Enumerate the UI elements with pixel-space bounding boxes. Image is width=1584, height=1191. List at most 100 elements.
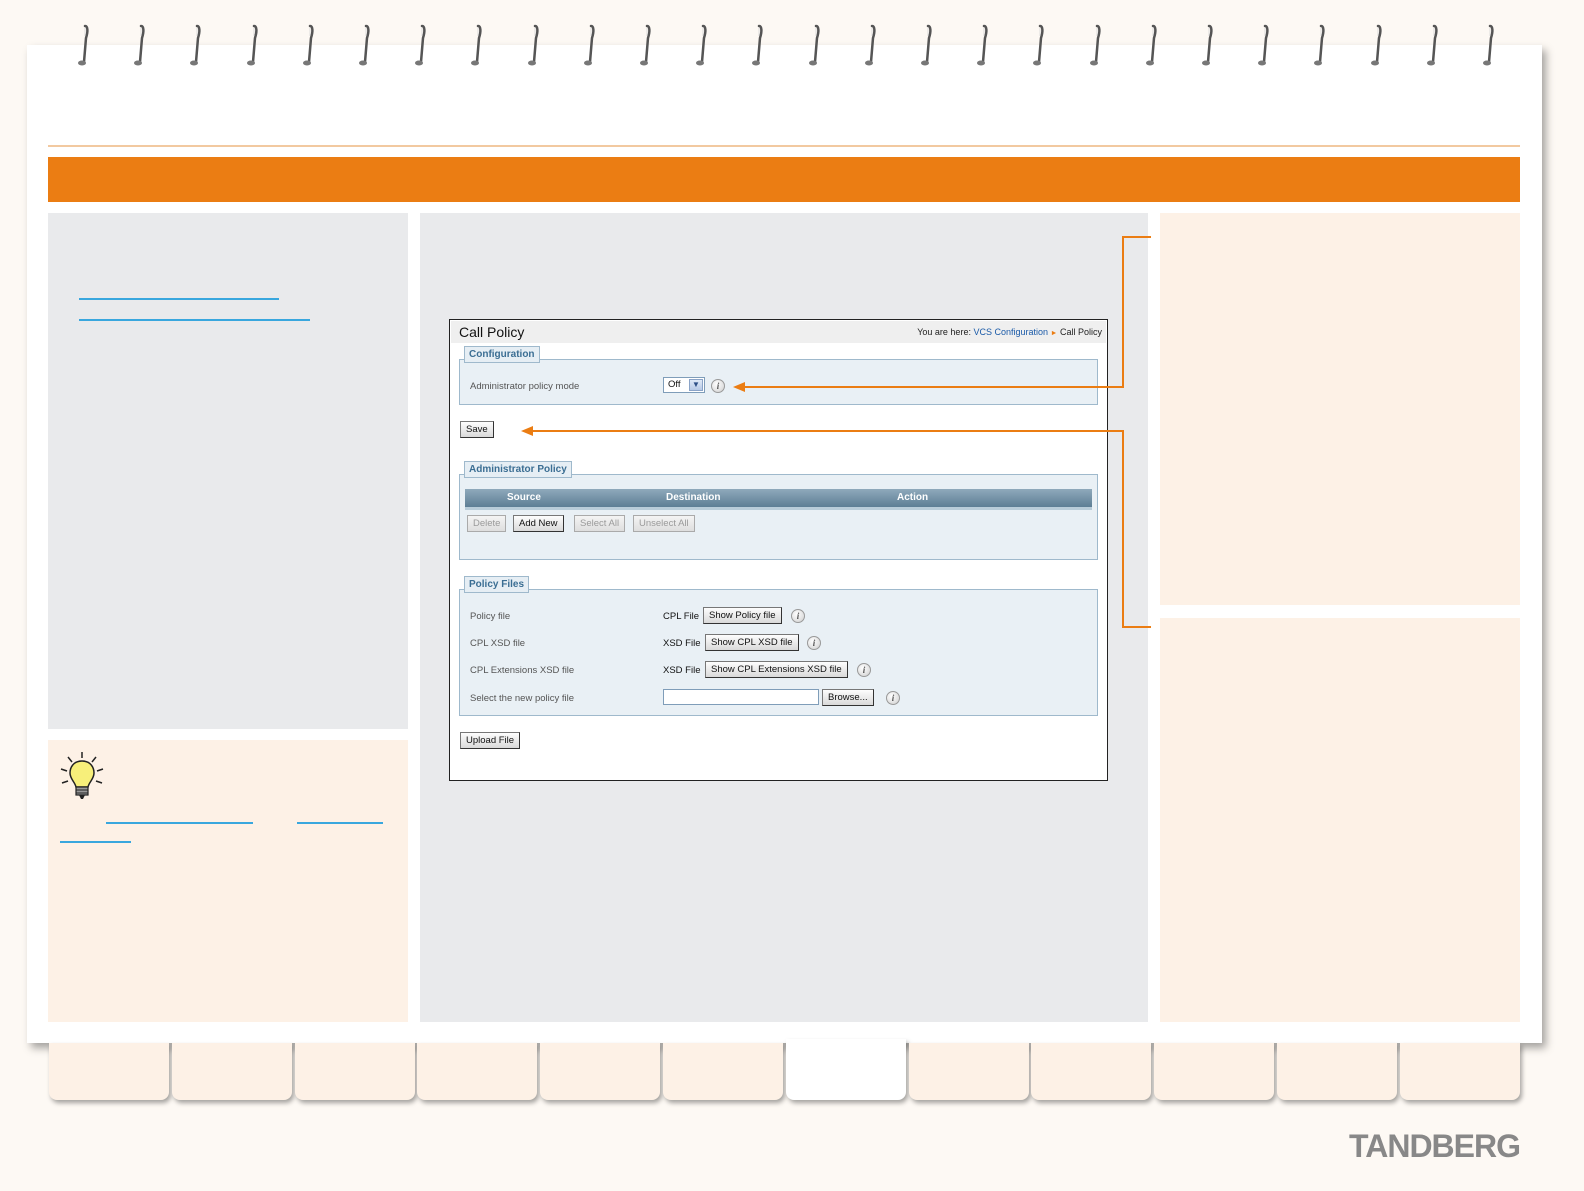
policy-mode-select[interactable]: Off ▼: [663, 377, 705, 393]
section-tab[interactable]: [540, 1043, 661, 1100]
binding-ring: [750, 24, 764, 68]
binding-ring: [469, 24, 483, 68]
binding-ring: [76, 24, 90, 68]
cpl-xsd-type: XSD File: [663, 638, 701, 649]
section-tabs: [0, 1039, 1584, 1103]
callout-line-save: [532, 430, 1124, 432]
info-icon[interactable]: i: [886, 691, 900, 705]
breadcrumb-arrow-icon: ►: [1050, 330, 1058, 337]
section-tab[interactable]: [908, 1043, 1029, 1100]
lightbulb-icon: [58, 750, 106, 802]
tip-link-3[interactable]: [60, 841, 131, 843]
section-tab[interactable]: [1277, 1043, 1397, 1100]
spiral-binding: [0, 24, 1584, 70]
left-link-2[interactable]: [79, 319, 310, 321]
column-source[interactable]: Source: [507, 492, 541, 503]
section-tab[interactable]: [171, 1043, 292, 1100]
browse-button[interactable]: Browse...: [822, 689, 874, 706]
breadcrumb-current: Call Policy: [1059, 327, 1102, 337]
binding-ring: [1425, 24, 1439, 68]
binding-ring: [638, 24, 652, 68]
breadcrumb: You are here: VCS Configuration ► Call P…: [917, 327, 1102, 337]
breadcrumb-prefix: You are here:: [917, 327, 971, 337]
binding-ring: [919, 24, 933, 68]
policy-file-type: CPL File: [663, 611, 700, 622]
right-bottom-panel: [1160, 618, 1520, 1022]
info-icon[interactable]: i: [807, 636, 821, 650]
binding-ring: [1369, 24, 1383, 68]
callout-line-upper-horizontal: [1124, 236, 1151, 238]
callout-line-lower-horizontal: [1122, 626, 1151, 628]
binding-ring: [975, 24, 989, 68]
policy-file-input[interactable]: [663, 689, 819, 705]
upload-file-button[interactable]: Upload File: [460, 732, 521, 749]
callout-line-mode: [743, 386, 1124, 388]
binding-ring: [1256, 24, 1270, 68]
cpl-ext-xsd-type: XSD File: [663, 665, 701, 676]
binding-ring: [1312, 24, 1326, 68]
callout-line-upper-vertical: [1122, 236, 1124, 388]
info-icon[interactable]: i: [791, 609, 805, 623]
configuration-legend: Configuration: [464, 346, 540, 363]
section-tab[interactable]: [49, 1043, 169, 1100]
binding-ring: [132, 24, 146, 68]
binding-ring: [1144, 24, 1158, 68]
select-all-button[interactable]: Select All: [574, 515, 626, 532]
binding-ring: [1031, 24, 1045, 68]
show-cpl-xsd-button[interactable]: Show CPL XSD file: [705, 634, 799, 651]
binding-ring: [1088, 24, 1102, 68]
chevron-down-icon[interactable]: ▼: [689, 379, 703, 391]
cpl-ext-xsd-label: CPL Extensions XSD file: [470, 665, 575, 676]
show-policy-file-button[interactable]: Show Policy file: [703, 607, 782, 624]
tip-link-2[interactable]: [297, 822, 383, 824]
select-policy-file-label: Select the new policy file: [470, 693, 575, 704]
policy-table-header: Source Destination Action: [465, 489, 1092, 510]
policy-file-label: Policy file: [470, 611, 511, 622]
section-tab[interactable]: [294, 1043, 415, 1100]
section-tab[interactable]: [1399, 1043, 1520, 1100]
policy-files-legend: Policy Files: [464, 576, 530, 593]
section-header-bar: [48, 157, 1520, 202]
policy-mode-value: Off: [668, 379, 681, 390]
section-tab[interactable]: [785, 1039, 906, 1100]
cpl-xsd-label: CPL XSD file: [470, 638, 526, 649]
binding-ring: [188, 24, 202, 68]
binding-ring: [357, 24, 371, 68]
admin-policy-legend: Administrator Policy: [464, 461, 572, 478]
save-button[interactable]: Save: [460, 421, 494, 438]
right-top-panel: [1160, 213, 1520, 605]
add-new-button[interactable]: Add New: [513, 515, 564, 532]
column-action[interactable]: Action: [897, 492, 928, 503]
page-header: Call Policy You are here: VCS Configurat…: [451, 321, 1106, 343]
left-link-1[interactable]: [79, 298, 279, 300]
tip-link-1[interactable]: [106, 822, 253, 824]
unselect-all-button[interactable]: Unselect All: [633, 515, 695, 532]
breadcrumb-link[interactable]: VCS Configuration: [973, 327, 1048, 337]
section-tab[interactable]: [417, 1043, 538, 1100]
info-icon[interactable]: i: [857, 663, 871, 677]
page-title: Call Policy: [459, 324, 525, 340]
call-policy-screenshot: Call Policy You are here: VCS Configurat…: [449, 319, 1108, 781]
callout-arrow-mode: [733, 382, 745, 392]
header-divider: [48, 145, 1520, 147]
section-tab[interactable]: [1154, 1043, 1275, 1100]
brand-logo: TANDBERG: [1349, 1128, 1521, 1164]
binding-ring: [807, 24, 821, 68]
binding-ring: [694, 24, 708, 68]
callout-line-lower-vertical: [1122, 430, 1124, 628]
binding-ring: [582, 24, 596, 68]
policy-mode-label: Administrator policy mode: [470, 381, 580, 392]
callout-arrow-save: [521, 426, 533, 436]
binding-ring: [863, 24, 877, 68]
column-destination[interactable]: Destination: [666, 492, 720, 503]
left-info-panel: [48, 213, 408, 729]
binding-ring: [526, 24, 540, 68]
binding-ring: [301, 24, 315, 68]
section-tab[interactable]: [1031, 1043, 1152, 1100]
binding-ring: [245, 24, 259, 68]
binding-ring: [413, 24, 427, 68]
delete-button[interactable]: Delete: [467, 515, 507, 532]
info-icon[interactable]: i: [711, 379, 725, 393]
show-cpl-ext-xsd-button[interactable]: Show CPL Extensions XSD file: [705, 661, 848, 678]
section-tab[interactable]: [663, 1043, 783, 1100]
